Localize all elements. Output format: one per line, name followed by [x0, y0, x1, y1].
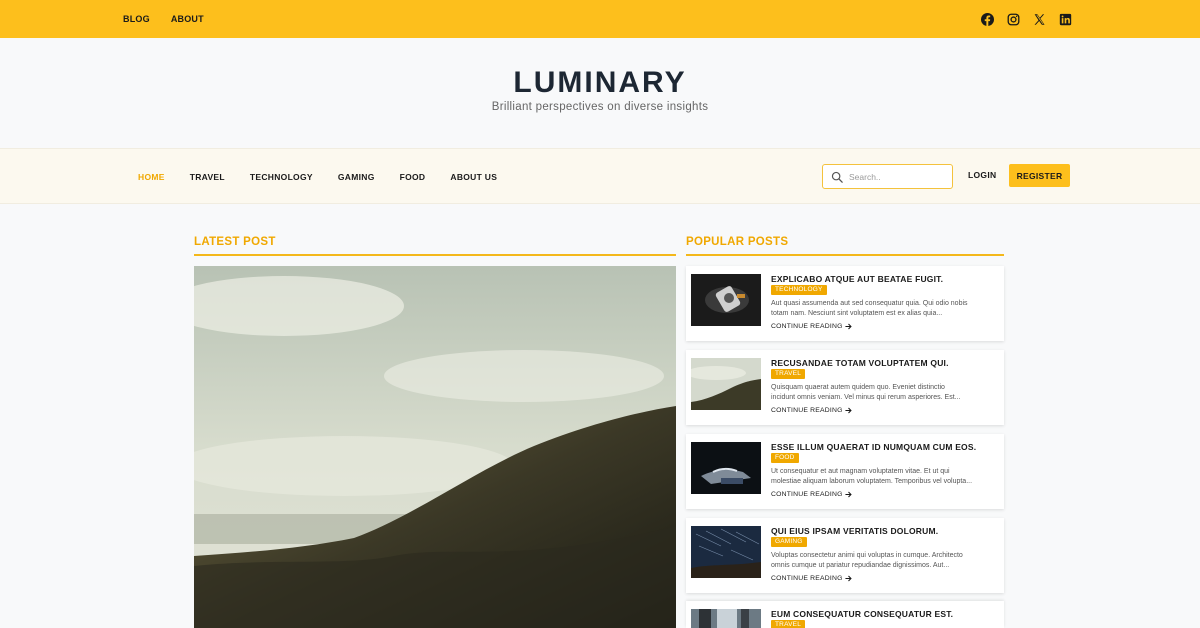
nav-item-gaming[interactable]: GAMING: [338, 172, 375, 182]
nav-item-about-us[interactable]: ABOUT US: [450, 172, 497, 182]
post-excerpt: Quisquam quaerat autem quidem quo. Eveni…: [771, 383, 999, 403]
continue-reading-link[interactable]: CONTINUE READING: [771, 491, 852, 498]
main-menu: HOME TRAVEL TECHNOLOGY GAMING FOOD ABOUT…: [138, 149, 497, 205]
post-thumbnail[interactable]: [691, 609, 761, 628]
search-icon: [831, 171, 843, 183]
post-excerpt-line: totam nam. Nesciunt sint voluptatem est …: [771, 310, 943, 317]
post-excerpt-line: Voluptas consectetur animi qui voluptas …: [771, 552, 963, 559]
latest-post-heading: LATEST POST: [194, 236, 276, 248]
top-link-about[interactable]: ABOUT: [171, 14, 204, 24]
post-excerpt-line: omnis cumque ut pariatur repudiandae dig…: [771, 562, 950, 569]
category-badge[interactable]: TECHNOLOGY: [771, 285, 827, 295]
popular-posts-divider: [686, 254, 1004, 256]
post-excerpt-line: Quisquam quaerat autem quidem quo. Eveni…: [771, 384, 945, 391]
post-thumbnail[interactable]: [691, 274, 761, 326]
post-excerpt-line: Aut quasi assumenda aut sed consequatur …: [771, 300, 968, 307]
post-excerpt-line: Ut consequatur et aut magnam voluptatem …: [771, 468, 950, 475]
post-excerpt: Ut consequatur et aut magnam voluptatem …: [771, 467, 999, 487]
post-thumbnail[interactable]: [691, 526, 761, 578]
post-excerpt: Voluptas consectetur animi qui voluptas …: [771, 551, 999, 571]
post-title[interactable]: EXPLICABO ATQUE AUT BEATAE FUGIT.: [771, 274, 943, 284]
latest-post-image[interactable]: [194, 266, 676, 628]
post-excerpt-line: molestiae aliquam laborum voluptatem. Te…: [771, 478, 973, 485]
search-box[interactable]: [822, 164, 953, 189]
popular-post-card[interactable]: RECUSANDAE TOTAM VOLUPTATEM QUI. TRAVEL …: [686, 350, 1004, 425]
post-excerpt: Aut quasi assumenda aut sed consequatur …: [771, 299, 999, 319]
nav-item-home[interactable]: HOME: [138, 172, 165, 182]
arrow-right-icon: [845, 323, 852, 330]
category-badge[interactable]: TRAVEL: [771, 369, 806, 379]
facebook-icon[interactable]: [981, 12, 994, 26]
continue-reading-label: CONTINUE READING: [771, 491, 843, 498]
top-bar: BLOG ABOUT: [0, 0, 1200, 38]
continue-reading-label: CONTINUE READING: [771, 575, 843, 582]
category-badge[interactable]: TRAVEL: [771, 620, 806, 628]
x-icon[interactable]: [1033, 13, 1046, 26]
popular-posts-heading: POPULAR POSTS: [686, 236, 789, 248]
site-tagline: Brilliant perspectives on diverse insigh…: [491, 101, 709, 113]
nav-item-travel[interactable]: TRAVEL: [190, 172, 225, 182]
continue-reading-label: CONTINUE READING: [771, 323, 843, 330]
popular-post-card[interactable]: QUI EIUS IPSAM VERITATIS DOLORUM. GAMING…: [686, 518, 1004, 593]
latest-post-divider: [194, 254, 676, 256]
continue-reading-label: CONTINUE READING: [771, 407, 843, 414]
popular-post-card[interactable]: EXPLICABO ATQUE AUT BEATAE FUGIT. TECHNO…: [686, 266, 1004, 341]
login-link[interactable]: LOGIN: [968, 170, 996, 180]
continue-reading-link[interactable]: CONTINUE READING: [771, 323, 852, 330]
nav-item-food[interactable]: FOOD: [400, 172, 426, 182]
post-title[interactable]: RECUSANDAE TOTAM VOLUPTATEM QUI.: [771, 358, 949, 368]
arrow-right-icon: [845, 407, 852, 414]
site-title[interactable]: LUMINARY: [0, 66, 1200, 100]
continue-reading-link[interactable]: CONTINUE READING: [771, 575, 852, 582]
register-button[interactable]: REGISTER: [1009, 164, 1070, 187]
nav-item-technology[interactable]: TECHNOLOGY: [250, 172, 313, 182]
instagram-icon[interactable]: [1007, 13, 1020, 26]
continue-reading-link[interactable]: CONTINUE READING: [771, 407, 852, 414]
post-title[interactable]: QUI EIUS IPSAM VERITATIS DOLORUM.: [771, 526, 938, 536]
top-link-blog[interactable]: BLOG: [123, 14, 150, 24]
social-links: [981, 0, 1072, 38]
search-input[interactable]: [849, 171, 944, 182]
category-badge[interactable]: FOOD: [771, 453, 799, 463]
post-thumbnail[interactable]: [691, 442, 761, 494]
post-title[interactable]: EUM CONSEQUATUR CONSEQUATUR EST.: [771, 609, 953, 619]
popular-post-card[interactable]: EUM CONSEQUATUR CONSEQUATUR EST. TRAVEL: [686, 601, 1004, 628]
post-title[interactable]: ESSE ILLUM QUAERAT ID NUMQUAM CUM EOS.: [771, 442, 976, 452]
arrow-right-icon: [845, 491, 852, 498]
site-header: LUMINARY Brilliant perspectives on diver…: [0, 38, 1200, 148]
post-excerpt-line: incidunt omnis veniam. Vel minus qui rer…: [771, 394, 961, 401]
arrow-right-icon: [845, 575, 852, 582]
category-badge[interactable]: GAMING: [771, 537, 807, 547]
linkedin-icon[interactable]: [1059, 13, 1072, 26]
post-thumbnail[interactable]: [691, 358, 761, 410]
top-links: BLOG ABOUT: [123, 0, 204, 38]
popular-post-card[interactable]: ESSE ILLUM QUAERAT ID NUMQUAM CUM EOS. F…: [686, 434, 1004, 509]
